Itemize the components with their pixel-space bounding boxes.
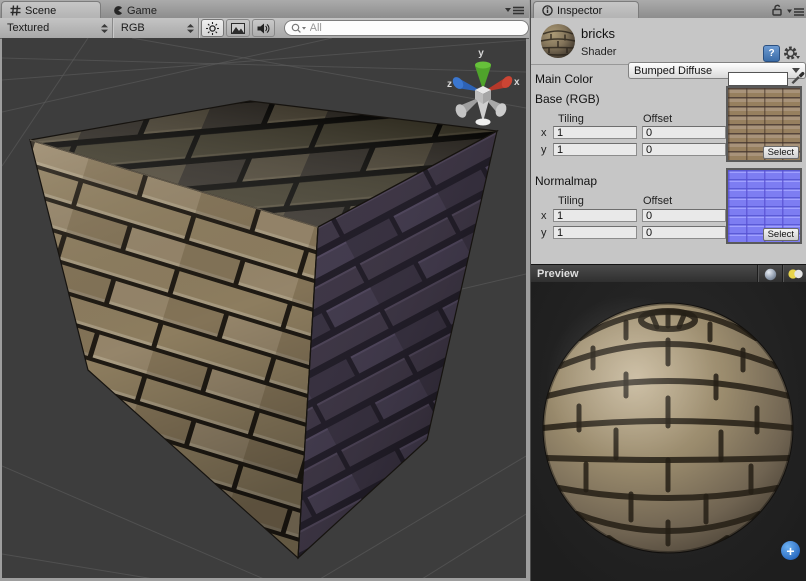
updown-arrows-icon: [101, 24, 108, 33]
scene-orientation-gizmo[interactable]: y x z: [447, 48, 520, 126]
render-mode-value: Textured: [7, 22, 49, 34]
preview-header[interactable]: Preview: [531, 264, 806, 283]
eyedropper-icon[interactable]: [790, 69, 805, 84]
base-offset-y-field[interactable]: [642, 143, 726, 156]
preview-lighting-button[interactable]: [782, 265, 806, 283]
scene-toolbar: Textured RGB: [0, 18, 529, 39]
search-input[interactable]: [310, 22, 522, 34]
base-tiling-header: Tiling: [558, 113, 584, 125]
preview-title: Preview: [537, 268, 757, 280]
scene-lighting-toggle[interactable]: [201, 19, 224, 37]
scene-audio-toggle[interactable]: [252, 19, 275, 37]
preview-add-button[interactable]: +: [781, 541, 800, 560]
help-glyph: ?: [768, 48, 774, 59]
color-mode-value: RGB: [121, 22, 145, 34]
sphere-icon: [764, 268, 777, 281]
base-offset-header: Offset: [643, 113, 672, 125]
normal-offset-header: Offset: [643, 195, 672, 207]
scene-skybox-toggle[interactable]: [226, 19, 249, 37]
base-texture-thumbnail[interactable]: Select: [726, 86, 802, 162]
brick-cube: [30, 101, 497, 558]
tab-inspector-label: Inspector: [557, 5, 602, 17]
material-properties: Main Color Base (RGB) Select Tiling Offs…: [531, 64, 806, 264]
gear-icon[interactable]: [783, 45, 800, 61]
preview-mesh-button[interactable]: [757, 265, 782, 283]
scene-tabstrip: Scene Game: [0, 0, 529, 19]
gizmo-z-label: z: [447, 79, 452, 90]
material-sphere-thumbnail: [539, 22, 577, 65]
info-icon: [542, 5, 553, 16]
normal-tiling-header: Tiling: [558, 195, 584, 207]
scene-canvas: y x z: [2, 38, 526, 578]
gizmo-y-label: y: [478, 48, 484, 59]
tab-game[interactable]: Game: [104, 2, 165, 19]
scene-viewport[interactable]: y x z: [2, 38, 526, 578]
unity-editor-window: Scene Game Textured RGB: [0, 0, 806, 581]
scene-panel: Scene Game Textured RGB: [0, 0, 529, 581]
help-icon[interactable]: ?: [763, 45, 780, 62]
base-texture-select-button[interactable]: Select: [763, 146, 799, 159]
main-color-swatch[interactable]: [728, 72, 788, 86]
base-tiling-x-field[interactable]: [553, 126, 637, 139]
sun-icon: [206, 22, 219, 35]
speaker-icon: [257, 23, 270, 34]
plus-glyph: +: [786, 544, 794, 558]
updown-arrows-icon: [187, 24, 194, 33]
normal-tiling-x-field[interactable]: [553, 209, 637, 222]
tab-scene-label: Scene: [25, 5, 56, 17]
shader-label: Shader: [581, 46, 616, 58]
game-view-icon: [112, 5, 123, 16]
scene-grid-icon: [10, 5, 21, 16]
normal-x-label: x: [541, 210, 547, 222]
normalmap-select-button[interactable]: Select: [763, 228, 799, 241]
tab-scene[interactable]: Scene: [1, 1, 101, 19]
scene-search-field: [284, 20, 529, 36]
search-icon[interactable]: [291, 23, 307, 34]
base-rgb-label: Base (RGB): [535, 92, 600, 106]
material-header: bricks Shader Bumped Diffuse ?: [531, 18, 806, 65]
tab-game-label: Game: [127, 5, 157, 17]
image-icon: [231, 23, 245, 34]
base-offset-x-field[interactable]: [642, 126, 726, 139]
inspector-tabstrip: Inspector: [531, 0, 806, 19]
tab-inspector[interactable]: Inspector: [533, 1, 639, 19]
preview-sphere[interactable]: [531, 282, 806, 581]
normal-offset-y-field[interactable]: [642, 226, 726, 239]
normalmap-thumbnail[interactable]: Select: [726, 168, 802, 244]
normal-y-label: y: [541, 227, 547, 239]
material-preview-area[interactable]: +: [531, 282, 806, 581]
toolbar-separator: [198, 18, 200, 38]
normalmap-label: Normalmap: [535, 174, 597, 188]
base-tiling-y-field[interactable]: [553, 143, 637, 156]
base-x-label: x: [541, 127, 547, 139]
inspector-panel: Inspector: [530, 0, 806, 581]
color-mode-dropdown[interactable]: RGB: [114, 18, 198, 38]
render-mode-dropdown[interactable]: Textured: [0, 18, 112, 38]
main-color-label: Main Color: [535, 72, 593, 86]
two-lights-icon: [787, 268, 804, 280]
normal-offset-x-field[interactable]: [642, 209, 726, 222]
material-name: bricks: [581, 26, 615, 41]
base-y-label: y: [541, 144, 547, 156]
normal-tiling-y-field[interactable]: [553, 226, 637, 239]
gizmo-x-label: x: [514, 77, 520, 88]
